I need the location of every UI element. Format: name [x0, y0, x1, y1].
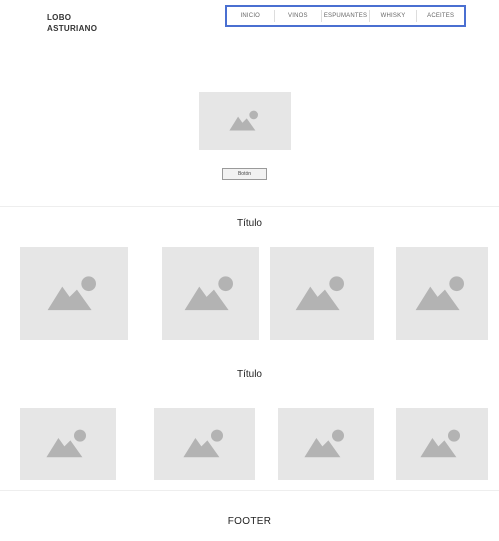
section-1-image-4[interactable]	[396, 247, 488, 340]
divider	[0, 206, 499, 207]
section-1-image-2[interactable]	[162, 247, 259, 340]
page: LOBO ASTURIANO INICIO VINOS ESPUMANTES W…	[0, 0, 499, 541]
image-placeholder-icon	[47, 275, 96, 310]
image-placeholder-icon	[295, 275, 344, 310]
logo-line-2: ASTURIANO	[47, 24, 98, 33]
section-1-title: Título	[236, 218, 262, 229]
section-2-image-2[interactable]	[154, 408, 255, 480]
section-2-image-4[interactable]	[396, 408, 488, 480]
section-1-image-1[interactable]	[20, 247, 128, 340]
image-placeholder-icon	[415, 275, 464, 310]
footer: FOOTER	[227, 516, 272, 527]
image-placeholder-icon	[420, 429, 460, 458]
nav-item-aceites[interactable]: ACEITES	[417, 10, 464, 22]
section-2-image-3[interactable]	[278, 408, 374, 480]
divider	[0, 490, 499, 491]
image-placeholder-icon	[46, 429, 86, 458]
section-2-image-1[interactable]	[20, 408, 116, 480]
image-placeholder-icon	[182, 429, 223, 458]
hero-button[interactable]: Botón	[222, 168, 267, 180]
logo-line-1: LOBO	[47, 13, 72, 22]
nav-item-inicio[interactable]: INICIO	[227, 10, 275, 22]
nav-item-vinos[interactable]: VINOS	[275, 10, 323, 22]
image-placeholder-icon	[184, 275, 233, 310]
nav-item-whisky[interactable]: WHISKY	[370, 10, 418, 22]
nav-item-espumantes[interactable]: ESPUMANTES	[322, 10, 370, 22]
section-2-title: Título	[236, 369, 262, 380]
image-placeholder-icon	[229, 110, 258, 131]
section-1-image-3[interactable]	[270, 247, 374, 340]
image-placeholder-icon	[304, 429, 344, 458]
main-nav: INICIO VINOS ESPUMANTES WHISKY ACEITES	[225, 5, 466, 27]
hero-image	[199, 92, 291, 150]
site-logo[interactable]: LOBO ASTURIANO	[47, 12, 97, 34]
